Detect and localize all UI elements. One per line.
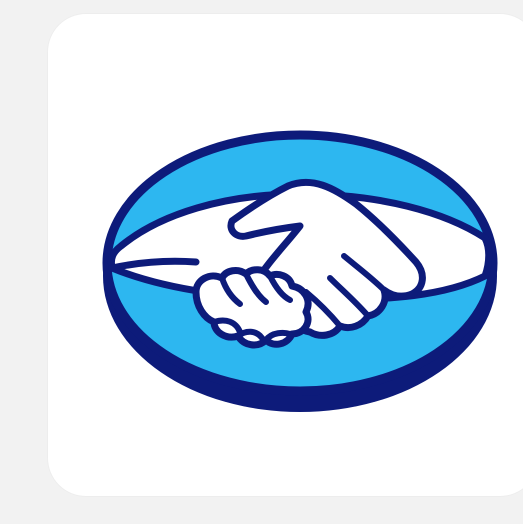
- handshake-icon: [102, 130, 498, 412]
- icon-stage: [0, 0, 523, 524]
